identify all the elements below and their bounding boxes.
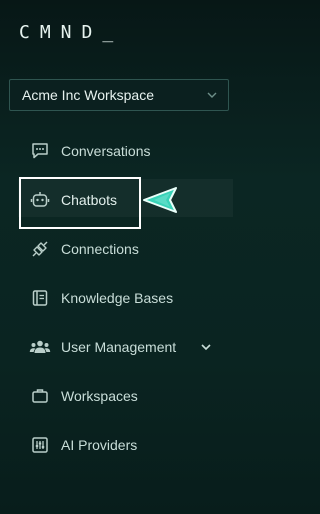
sidebar-item-conversations[interactable]: Conversations: [0, 131, 256, 171]
sliders-icon: [29, 434, 51, 456]
sidebar-item-knowledge-bases[interactable]: Knowledge Bases: [0, 278, 256, 318]
chat-bubble-icon: [29, 140, 51, 162]
sidebar-item-user-management[interactable]: User Management: [0, 327, 256, 367]
highlight-box: [19, 177, 141, 229]
sidebar: CMND_ Acme Inc Workspace Conversations C…: [0, 0, 256, 514]
sidebar-item-label: Workspaces: [61, 388, 138, 404]
users-icon: [29, 336, 51, 358]
sidebar-item-label: Knowledge Bases: [61, 290, 174, 306]
sidebar-item-workspaces[interactable]: Workspaces: [0, 376, 256, 416]
sidebar-item-label: Conversations: [61, 143, 151, 159]
sidebar-item-ai-providers[interactable]: AI Providers: [0, 425, 256, 465]
plug-icon: [29, 238, 51, 260]
chevron-down-icon: [206, 89, 218, 101]
sidebar-item-label: User Management: [61, 339, 177, 355]
app-logo: CMND_: [19, 22, 124, 43]
chevron-down-icon[interactable]: [198, 339, 214, 355]
pointer-arrow-icon: [143, 187, 177, 213]
book-icon: [29, 287, 51, 309]
sidebar-item-label: Connections: [61, 241, 139, 257]
workspace-label: Acme Inc Workspace: [22, 87, 155, 103]
workspace-selector[interactable]: Acme Inc Workspace: [9, 79, 229, 111]
sidebar-item-connections[interactable]: Connections: [0, 229, 256, 269]
sidebar-item-label: AI Providers: [61, 437, 138, 453]
briefcase-icon: [29, 385, 51, 407]
